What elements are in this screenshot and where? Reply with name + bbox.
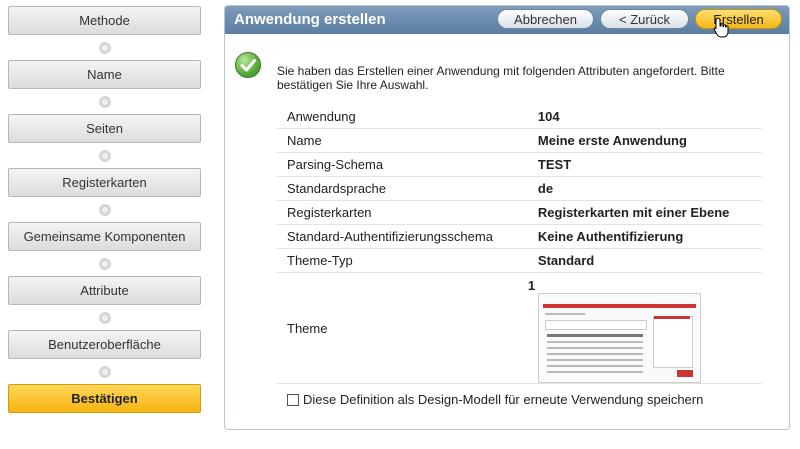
cancel-button[interactable]: Abbrechen bbox=[497, 9, 594, 29]
attribute-label: Parsing-Schema bbox=[277, 152, 528, 177]
attribute-value: de bbox=[527, 176, 762, 201]
attribute-value: Registerkarten mit einer Ebene bbox=[527, 200, 762, 225]
attribute-value: TEST bbox=[527, 152, 762, 177]
message-text: Sie haben das Erstellen einer Anwendung … bbox=[277, 64, 725, 92]
wizard-step-benutzeroberflaeche[interactable]: Benutzeroberfläche bbox=[8, 330, 201, 359]
wizard-step-name[interactable]: Name bbox=[8, 60, 201, 89]
step-connector bbox=[8, 305, 201, 330]
step-connector bbox=[8, 143, 201, 168]
step-connector bbox=[8, 359, 201, 384]
attribute-label: Theme-Typ bbox=[277, 248, 528, 273]
step-connector bbox=[8, 35, 201, 60]
table-row: Theme-Typ Standard bbox=[277, 248, 762, 273]
wizard-step-gemeinsame-komponenten[interactable]: Gemeinsame Komponenten bbox=[8, 222, 201, 251]
panel-title: Anwendung erstellen bbox=[234, 11, 386, 28]
wizard-step-methode[interactable]: Methode bbox=[8, 6, 201, 35]
attribute-label: Anwendung bbox=[277, 105, 528, 129]
step-connector bbox=[8, 197, 201, 222]
attribute-value: Meine erste Anwendung bbox=[527, 128, 762, 153]
attributes-table: Anwendung 104 Name Meine erste Anwendung… bbox=[277, 105, 762, 384]
attribute-value: Keine Authentifizierung bbox=[527, 224, 762, 249]
table-row: Parsing-Schema TEST bbox=[277, 152, 762, 177]
attribute-value: 104 bbox=[527, 105, 762, 129]
wizard-steps: Methode Name Seiten Registerkarten Gemei… bbox=[8, 6, 201, 413]
panel-header: Anwendung erstellen Abbrechen < Zurück E… bbox=[225, 6, 789, 38]
attribute-label: Registerkarten bbox=[277, 200, 528, 225]
save-as-design-model-label: Diese Definition als Design-Modell für e… bbox=[303, 392, 704, 407]
attribute-label: Standardsprache bbox=[277, 176, 528, 201]
table-row-theme: Theme 1 bbox=[277, 272, 762, 384]
step-connector bbox=[8, 251, 201, 276]
save-as-design-model-checkbox[interactable] bbox=[287, 393, 299, 406]
wizard-step-registerkarten[interactable]: Registerkarten bbox=[8, 168, 201, 197]
theme-number: 1 bbox=[527, 278, 536, 293]
attribute-value: Standard bbox=[527, 248, 762, 273]
step-connector bbox=[8, 89, 201, 114]
wizard-step-attribute[interactable]: Attribute bbox=[8, 276, 201, 305]
hand-cursor-icon bbox=[713, 17, 729, 38]
create-button[interactable]: Erstellen bbox=[695, 9, 782, 29]
attribute-label: Standard-Authentifizierungsschema bbox=[277, 224, 528, 249]
table-row: Registerkarten Registerkarten mit einer … bbox=[277, 200, 762, 225]
table-row: Name Meine erste Anwendung bbox=[277, 128, 762, 153]
confirm-panel: Anwendung erstellen Abbrechen < Zurück E… bbox=[224, 5, 790, 430]
table-row: Anwendung 104 bbox=[277, 105, 762, 129]
table-row: Standardsprache de bbox=[277, 176, 762, 201]
theme-preview-image bbox=[537, 293, 701, 383]
wizard-step-bestaetigen[interactable]: Bestätigen bbox=[8, 384, 201, 413]
theme-cell: 1 bbox=[527, 272, 762, 384]
save-as-design-model-option[interactable]: Diese Definition als Design-Modell für e… bbox=[287, 392, 703, 407]
back-button[interactable]: < Zurück bbox=[600, 9, 689, 29]
attribute-label: Name bbox=[277, 128, 528, 153]
attribute-label: Theme bbox=[277, 272, 528, 384]
wizard-step-seiten[interactable]: Seiten bbox=[8, 114, 201, 143]
checkmark-icon bbox=[235, 52, 261, 78]
table-row: Standard-Authentifizierungsschema Keine … bbox=[277, 224, 762, 249]
